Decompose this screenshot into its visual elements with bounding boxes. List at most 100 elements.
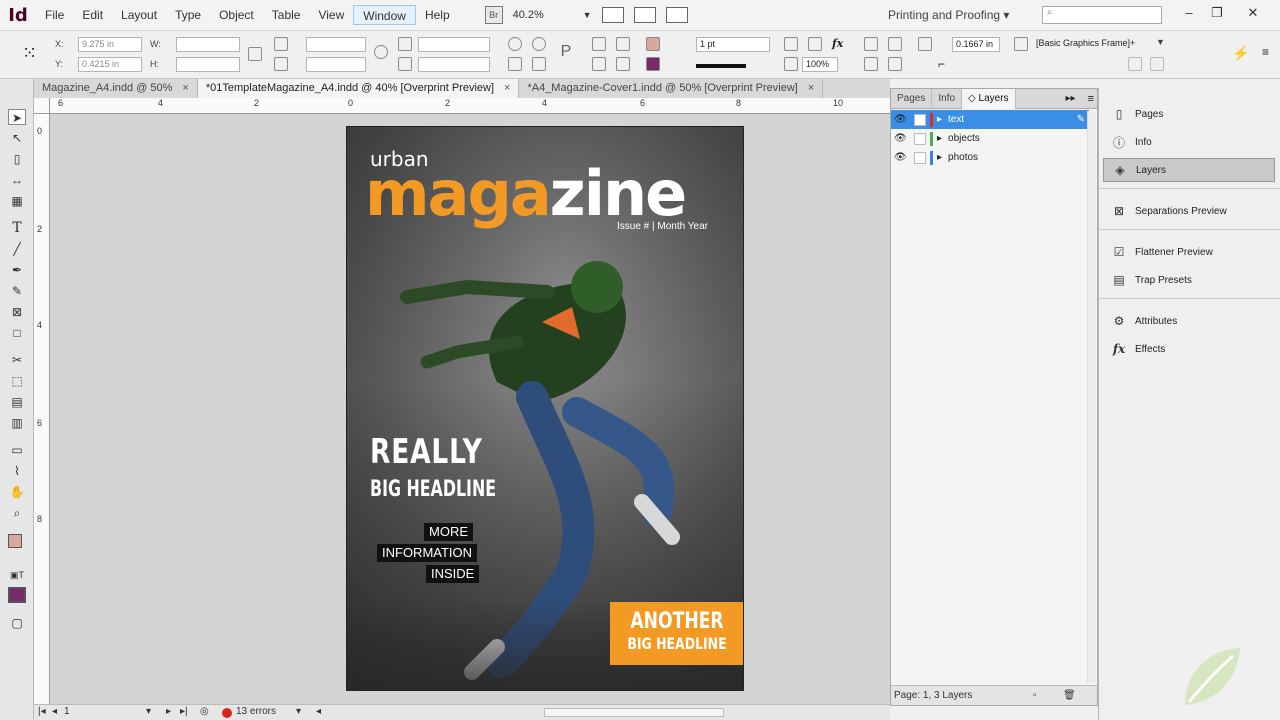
style-options-icon[interactable] [1150,57,1164,71]
object-style-select[interactable]: [Basic Graphics Frame]+ [1036,38,1135,48]
delete-layer-icon[interactable]: 🗑 [1063,686,1076,706]
align-center-icon[interactable] [888,57,902,71]
screen-mode-icon[interactable] [633,7,656,23]
dock-item-flattener[interactable]: ☑ Flattener Preview [1103,240,1275,264]
ruler-origin[interactable] [34,98,50,114]
visibility-eye-icon[interactable]: 👁 [894,114,910,125]
lightning-icon[interactable]: ⚡ [1232,45,1249,61]
menu-object[interactable]: Object [210,5,263,25]
dock-item-layers[interactable]: ◈ Layers [1103,158,1275,182]
cover-box-more[interactable]: MORE [424,523,473,541]
close-icon[interactable]: × [182,79,188,98]
menu-table[interactable]: Table [263,5,310,25]
pasteboard[interactable]: urban magazine Issue # | Month Year REAL… [50,114,890,704]
direct-selection-tool-icon[interactable]: ↖ [8,130,26,146]
dock-item-pages[interactable]: ▯ Pages [1103,102,1275,126]
flip-horizontal-icon[interactable] [508,57,522,71]
doc-tab-magazine-cover[interactable]: *A4_Magazine-Cover1.indd @ 50% [Overprin… [519,79,824,98]
zoom-tool-icon[interactable]: ⌕ [8,505,26,521]
select-previous-icon[interactable] [592,57,606,71]
gap-field[interactable]: 0.1667 in [952,37,1000,52]
close-icon[interactable]: × [808,79,814,98]
corner-shape-icon[interactable]: ⌐ [938,57,952,71]
screen-mode-normal-icon[interactable]: ▢ [8,615,26,631]
fill-stroke-swatch-icon[interactable] [8,534,22,548]
menu-help[interactable]: Help [416,5,459,25]
horizontal-scrollbar[interactable] [544,708,724,717]
rotate-icon[interactable] [398,37,412,51]
scroll-left-icon[interactable]: ◂ [316,706,321,717]
gradient-swatch-tool-icon[interactable]: ▤ [8,394,26,410]
rotate-90-ccw-icon[interactable] [532,37,546,51]
layer-row-photos[interactable]: 👁 ▸ photos [891,148,1089,167]
menu-type[interactable]: Type [166,5,210,25]
x-position-field[interactable]: 9.275 in [78,37,142,52]
horizontal-ruler[interactable]: 6 4 2 0 2 4 6 8 10 [50,98,890,114]
tab-layers[interactable]: ◇ Layers [962,88,1016,109]
menu-file[interactable]: File [36,5,73,25]
fill-swatch[interactable] [646,37,660,51]
preflight-errors[interactable]: 13 errors [236,706,276,717]
rectangle-frame-tool-icon[interactable]: ⊠ [8,304,26,320]
cover-box-information[interactable]: INFORMATION [377,544,478,562]
new-layer-icon[interactable]: ▫ [1033,686,1037,706]
scale-x-field[interactable] [306,37,366,52]
rectangle-tool-icon[interactable]: □ [8,325,26,341]
object-style-icon[interactable] [1014,37,1028,51]
gradient-feather-tool-icon[interactable]: ▥ [8,415,26,431]
select-content-icon[interactable] [616,37,630,51]
menu-view[interactable]: View [309,5,353,25]
expand-arrow-icon[interactable]: ▸ [937,114,942,125]
last-page-icon[interactable]: ▸| [180,706,188,717]
formatting-affects-container-icon[interactable]: ▣T [8,567,26,583]
content-collector-icon[interactable]: ▦ [8,193,26,209]
gap-tool-icon[interactable]: ↔ [8,172,26,188]
height-field[interactable] [176,57,240,72]
scale-y-icon[interactable] [274,57,288,71]
next-page-icon[interactable]: ▸ [166,706,171,717]
note-tool-icon[interactable]: ▭ [8,442,26,458]
tab-pages[interactable]: Pages [891,88,933,109]
search-input[interactable]: ⌕ [1042,6,1162,24]
cover-headline-2[interactable]: BIG HEADLINE [370,477,496,502]
cover-orange-block[interactable]: ANOTHER BIG HEADLINE [610,602,743,665]
scale-y-field[interactable] [306,57,366,72]
bridge-button[interactable]: Br [484,6,503,24]
eyedropper-tool-icon[interactable]: ⌇ [8,463,26,479]
hand-tool-icon[interactable]: ✋ [8,484,26,500]
shear-icon[interactable] [398,57,412,71]
reference-point-icon[interactable]: ⁙ [22,43,42,63]
visibility-eye-icon[interactable]: 👁 [894,152,910,163]
magazine-cover-page[interactable]: urban magazine Issue # | Month Year REAL… [346,126,744,691]
expand-arrow-icon[interactable]: ▸ [937,152,942,163]
dock-item-attributes[interactable]: ⚙ Attributes [1103,309,1275,333]
layer-row-objects[interactable]: 👁 ▸ objects [891,129,1089,148]
apply-color-icon[interactable] [8,587,26,603]
pen-tool-icon[interactable]: ✒ [8,262,26,278]
view-options-icon[interactable] [601,7,624,23]
rotate-90-cw-icon[interactable] [508,37,522,51]
clear-overrides-icon[interactable] [1128,57,1142,71]
y-position-field[interactable]: 0.4215 in [78,57,142,72]
rotation-angle-field[interactable] [418,37,490,52]
scale-x-icon[interactable] [274,37,288,51]
select-next-icon[interactable] [616,57,630,71]
selection-tool-icon[interactable]: ➤ [8,109,26,125]
text-wrap-bbox-icon[interactable] [888,37,902,51]
chevron-down-icon[interactable]: ▼ [1156,37,1165,47]
page-number-field[interactable]: 1 [64,706,70,717]
drop-shadow-icon[interactable] [784,37,798,51]
page-tool-icon[interactable]: ▯ [8,151,26,167]
close-icon[interactable]: × [504,79,510,98]
type-tool-icon[interactable]: T [8,220,26,236]
stroke-swatch[interactable] [646,57,660,71]
arrange-documents-icon[interactable] [665,7,688,23]
dock-item-info[interactable]: ⓘ Info [1103,130,1275,154]
effects-fx-icon[interactable]: fx [832,37,846,51]
chevron-down-icon[interactable]: ▼ [583,10,592,20]
stroke-type-line[interactable] [696,64,746,68]
stroke-weight-field[interactable]: 1 pt [696,37,770,52]
cover-masthead[interactable]: magazine [365,159,687,229]
cover-issue-text[interactable]: Issue # | Month Year [617,221,708,232]
tab-info[interactable]: Info [932,88,963,109]
